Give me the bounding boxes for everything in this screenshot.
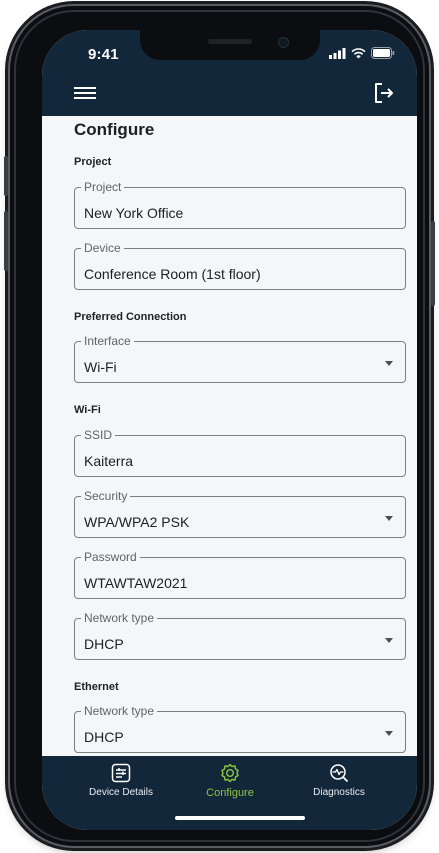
tab-diagnostics[interactable]: Diagnostics — [284, 762, 394, 798]
speaker — [208, 39, 252, 44]
interface-select-value: Wi-Fi — [84, 359, 117, 375]
dropdown-arrow-icon[interactable] — [385, 638, 393, 643]
tab-configure[interactable]: Configure — [175, 762, 285, 799]
project-field-label: Project — [81, 180, 125, 194]
security-select-label: Security — [81, 489, 131, 503]
ssid-field-label: SSID — [81, 428, 116, 442]
interface-select[interactable]: Interface Wi-Fi — [74, 334, 406, 383]
ethernet-network-type-select[interactable]: Network type DHCP — [74, 704, 406, 753]
battery-icon — [371, 47, 395, 59]
side-button — [431, 221, 435, 306]
section-preferred-connection: Preferred Connection — [74, 311, 187, 323]
device-field-value: Conference Room (1st floor) — [84, 266, 261, 282]
security-select-value: WPA/WPA2 PSK — [84, 514, 190, 530]
ethernet-network-type-label: Network type — [81, 704, 158, 718]
device-field-label: Device — [81, 241, 124, 255]
status-icons — [329, 47, 395, 59]
wifi-icon — [351, 47, 366, 58]
camera — [278, 37, 289, 48]
ethernet-network-type-value: DHCP — [84, 729, 124, 745]
dropdown-arrow-icon[interactable] — [385, 361, 393, 366]
side-button — [4, 156, 8, 196]
logout-icon[interactable] — [371, 80, 397, 106]
diagnostics-icon — [330, 764, 349, 783]
notch — [140, 30, 320, 60]
bottom-tab-bar: Device Details Configure Diagnostics — [42, 756, 417, 830]
app-screen: 9:41 Configure Project Project New York … — [42, 30, 417, 830]
interface-select-label: Interface — [81, 334, 134, 348]
signal-icon — [329, 47, 346, 59]
configure-form: Configure Project Project New York Offic… — [42, 116, 417, 756]
device-field[interactable]: Device Conference Room (1st floor) — [74, 241, 406, 290]
section-ethernet: Ethernet — [74, 681, 119, 693]
page-title: Configure — [74, 120, 155, 139]
gear-icon — [221, 763, 239, 783]
device-details-icon — [111, 763, 131, 783]
security-select[interactable]: Security WPA/WPA2 PSK — [74, 489, 406, 538]
password-field[interactable]: Password WTAWTAW2021 — [74, 550, 406, 599]
home-indicator[interactable] — [175, 816, 305, 820]
phone-frame: 9:41 Configure Project Project New York … — [4, 6, 435, 846]
tab-label: Diagnostics — [313, 787, 365, 798]
password-field-value: WTAWTAW2021 — [84, 575, 188, 591]
dropdown-arrow-icon[interactable] — [385, 731, 393, 736]
hamburger-menu-icon[interactable] — [74, 84, 96, 102]
tab-label: Device Details — [89, 787, 153, 798]
section-wifi: Wi-Fi — [74, 404, 101, 416]
wifi-network-type-label: Network type — [81, 611, 158, 625]
ssid-field[interactable]: SSID Kaiterra — [74, 428, 406, 477]
section-project: Project — [74, 156, 112, 168]
status-time: 9:41 — [88, 46, 119, 63]
ssid-field-value: Kaiterra — [84, 453, 134, 469]
project-field[interactable]: Project New York Office — [74, 180, 406, 229]
side-button — [4, 211, 8, 271]
project-field-value: New York Office — [84, 205, 184, 221]
dropdown-arrow-icon[interactable] — [385, 516, 393, 521]
app-header: 9:41 — [42, 30, 417, 116]
wifi-network-type-select[interactable]: Network type DHCP — [74, 611, 406, 660]
wifi-network-type-value: DHCP — [84, 636, 124, 652]
password-field-label: Password — [81, 550, 140, 564]
tab-label: Configure — [206, 787, 254, 799]
tab-device-details[interactable]: Device Details — [66, 762, 176, 798]
